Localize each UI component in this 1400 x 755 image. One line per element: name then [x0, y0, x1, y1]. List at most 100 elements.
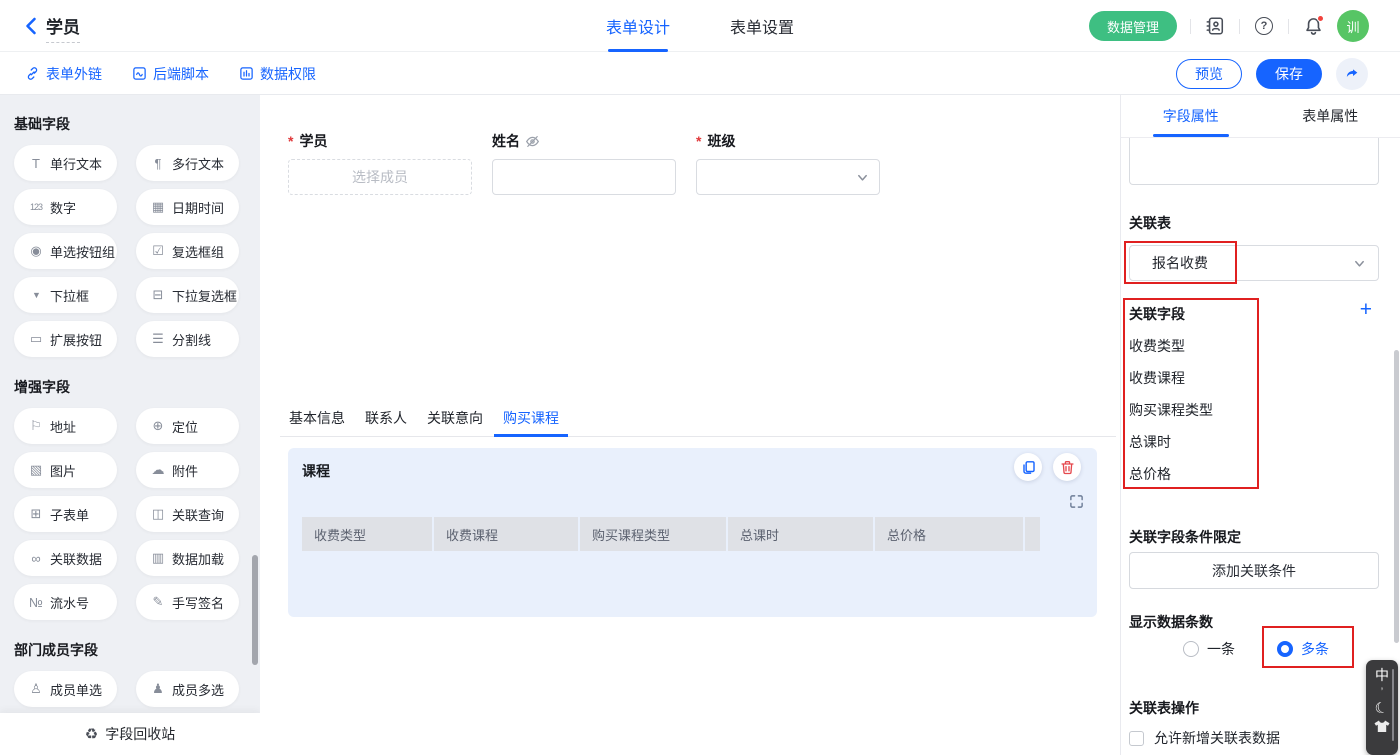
- datetime-icon: ▦: [149, 199, 167, 215]
- plus-icon[interactable]: +: [1360, 300, 1372, 320]
- palette-item-related-query[interactable]: ◫关联查询: [136, 496, 239, 532]
- palette-item-single-line-text[interactable]: T单行文本: [14, 145, 117, 181]
- palette-item-divider[interactable]: ☰分割线: [136, 321, 239, 357]
- palette-item-signature[interactable]: ✎手写签名: [136, 584, 239, 620]
- palette-item-member-multi[interactable]: ♟成员多选: [136, 671, 239, 707]
- palette-item-datetime[interactable]: ▦日期时间: [136, 189, 239, 225]
- script-icon: [132, 66, 147, 81]
- column-header[interactable]: 收费课程: [434, 517, 578, 551]
- data-manage-button[interactable]: 数据管理: [1089, 11, 1177, 41]
- palette-item-location[interactable]: ⊕定位: [136, 408, 239, 444]
- ime-punctuation-icon[interactable]: ’: [1381, 686, 1384, 698]
- subform-widget-course[interactable]: 课程: [288, 448, 1097, 617]
- palette-item-member-single[interactable]: ♙成员单选: [14, 671, 117, 707]
- related-data-icon: ∞: [27, 551, 45, 566]
- canvas-field-student[interactable]: *学员 选择成员: [288, 131, 472, 195]
- palette-item-checkbox-group[interactable]: ☑复选框组: [136, 233, 239, 269]
- member-single-icon: ♙: [27, 681, 45, 697]
- subform-title: 课程: [302, 461, 330, 481]
- related-field-item[interactable]: 收费类型: [1129, 336, 1185, 356]
- tab-purchase-course[interactable]: 购买课程: [494, 402, 568, 437]
- avatar[interactable]: 训: [1337, 10, 1369, 42]
- properties-scrollbar[interactable]: [1394, 350, 1399, 643]
- ime-language-toggle[interactable]: 中: [1375, 666, 1389, 684]
- chevron-down-icon: [856, 171, 869, 184]
- related-field-item[interactable]: 购买课程类型: [1129, 400, 1213, 420]
- palette-item-image[interactable]: ▧图片: [14, 452, 117, 488]
- related-field-item[interactable]: 总价格: [1129, 464, 1171, 484]
- contacts-icon[interactable]: [1204, 15, 1226, 37]
- copy-widget-button[interactable]: [1014, 453, 1042, 481]
- column-header[interactable]: 总价格: [875, 517, 1023, 551]
- palette-item-multi-line-text[interactable]: ¶多行文本: [136, 145, 239, 181]
- palette-item-radio-group[interactable]: ◉单选按钮组: [14, 233, 117, 269]
- field-recycle-bin[interactable]: ♻ 字段回收站: [0, 713, 260, 755]
- column-header[interactable]: 收费类型: [302, 517, 432, 551]
- radio-on-icon: [1277, 641, 1293, 657]
- tab-form-properties[interactable]: 表单属性: [1261, 95, 1400, 137]
- backend-script-entry[interactable]: 后端脚本: [132, 64, 209, 84]
- tab-form-settings[interactable]: 表单设置: [730, 0, 794, 52]
- save-button[interactable]: 保存: [1256, 59, 1322, 89]
- related-table-select[interactable]: 报名收费: [1129, 245, 1379, 281]
- image-icon: ▧: [27, 462, 45, 478]
- shirt-icon[interactable]: [1374, 720, 1390, 733]
- member-picker-input[interactable]: 选择成员: [288, 159, 472, 195]
- palette-scrollbar[interactable]: [252, 555, 258, 665]
- tab-basic-info[interactable]: 基本信息: [280, 402, 354, 437]
- radio-option-single[interactable]: 一条: [1183, 639, 1235, 659]
- form-toolbar: 表单外链 后端脚本 数据权限: [0, 52, 1400, 95]
- allow-add-related-checkbox[interactable]: 允许新增关联表数据: [1129, 728, 1280, 748]
- palette-item-number[interactable]: 123数字: [14, 189, 117, 225]
- palette-item-data-load[interactable]: ▥数据加载: [136, 540, 239, 576]
- section-title-basic-fields: 基础字段: [14, 114, 246, 134]
- data-permission-icon: [239, 66, 254, 81]
- column-header[interactable]: 购买课程类型: [580, 517, 726, 551]
- expand-icon[interactable]: [1069, 494, 1084, 509]
- tab-field-properties[interactable]: 字段属性: [1121, 95, 1261, 137]
- external-link-entry[interactable]: 表单外链: [25, 64, 102, 84]
- palette-item-dropdown-multi[interactable]: ⊟下拉复选框: [136, 277, 239, 313]
- share-button[interactable]: [1336, 58, 1368, 90]
- palette-item-attachment[interactable]: ☁附件: [136, 452, 239, 488]
- toolbar-actions: 预览 保存: [1176, 52, 1368, 95]
- location-icon: ⊕: [149, 418, 167, 434]
- checkbox-group-icon: ☑: [149, 243, 167, 259]
- data-load-icon: ▥: [149, 550, 167, 566]
- radio-option-multiple[interactable]: 多条: [1277, 639, 1329, 659]
- help-icon[interactable]: ?: [1253, 15, 1275, 37]
- serial-number-icon: №: [27, 595, 45, 610]
- radio-group-icon: ◉: [27, 243, 45, 259]
- address-icon: ⚐: [27, 418, 45, 434]
- class-select[interactable]: [696, 159, 880, 195]
- canvas-field-class[interactable]: *班级: [696, 131, 880, 195]
- preview-button[interactable]: 预览: [1176, 59, 1242, 89]
- tab-form-design[interactable]: 表单设计: [606, 0, 670, 52]
- divider-icon: ☰: [149, 331, 167, 347]
- related-field-item[interactable]: 收费课程: [1129, 368, 1185, 388]
- palette-item-serial-number[interactable]: №流水号: [14, 584, 117, 620]
- delete-widget-button[interactable]: [1053, 453, 1081, 481]
- palette-item-subform[interactable]: ⊞子表单: [14, 496, 117, 532]
- palette-item-address[interactable]: ⚐地址: [14, 408, 117, 444]
- data-permission-entry[interactable]: 数据权限: [239, 64, 316, 84]
- palette-item-extend-button[interactable]: ▭扩展按钮: [14, 321, 117, 357]
- column-header[interactable]: 总课时: [728, 517, 873, 551]
- extend-button-icon: ▭: [27, 331, 45, 347]
- palette-item-dropdown[interactable]: ▼下拉框: [14, 277, 117, 313]
- palette-item-related-data[interactable]: ∞关联数据: [14, 540, 117, 576]
- notification-dot: [1317, 15, 1324, 22]
- subform-icon: ⊞: [27, 506, 45, 522]
- tab-related-intent[interactable]: 关联意向: [418, 402, 492, 437]
- trash-icon: [1060, 460, 1075, 475]
- bell-icon[interactable]: [1302, 15, 1324, 37]
- section-title-enhanced-fields: 增强字段: [14, 377, 246, 397]
- multi-line-text-icon: ¶: [149, 156, 167, 171]
- add-condition-button[interactable]: 添加关联条件: [1129, 552, 1379, 589]
- field-title-input-partial[interactable]: [1129, 138, 1379, 185]
- canvas-field-name[interactable]: 姓名: [492, 131, 676, 195]
- tab-contacts[interactable]: 联系人: [356, 402, 416, 437]
- moon-icon[interactable]: ☾: [1373, 699, 1391, 720]
- name-input[interactable]: [492, 159, 676, 195]
- related-field-item[interactable]: 总课时: [1129, 432, 1171, 452]
